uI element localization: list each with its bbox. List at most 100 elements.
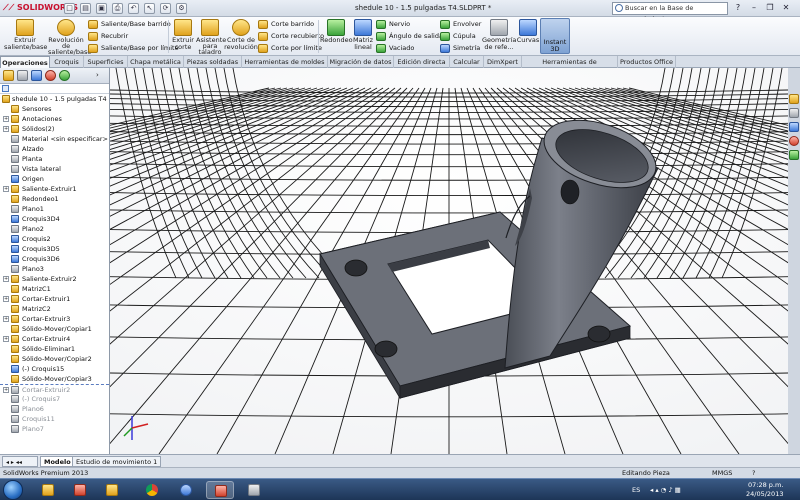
- reference-geometry-button[interactable]: Geometría de refe...: [482, 19, 516, 51]
- draft-button[interactable]: Ángulo de salida: [376, 31, 443, 42]
- extrude-cut-button[interactable]: Extruir corte: [170, 19, 196, 51]
- instant3d-toggle[interactable]: Instant 3D: [540, 18, 570, 54]
- feature-tree-item[interactable]: MatrizC1: [0, 284, 109, 294]
- tab-migracion-de-datos[interactable]: Migración de datos: [328, 56, 394, 68]
- feature-tree-item[interactable]: Origen: [0, 174, 109, 184]
- select-icon[interactable]: ↖: [144, 3, 155, 14]
- feature-tree-item[interactable]: Croquis2: [0, 234, 109, 244]
- fillet-button[interactable]: Redondeo: [320, 19, 353, 44]
- help-button[interactable]: ?: [732, 3, 744, 14]
- dimxpert-tab-icon[interactable]: [45, 70, 56, 81]
- feature-tree-item[interactable]: Plano1: [0, 204, 109, 214]
- tray-icons[interactable]: ◂ ▴ ◔ ♪ ▦: [650, 486, 681, 494]
- clock-time[interactable]: 07:28 p.m.: [748, 481, 783, 489]
- feature-tree-item[interactable]: Plano6: [0, 404, 109, 414]
- open-file-icon[interactable]: ▤: [80, 3, 91, 14]
- custom-properties-icon[interactable]: [789, 150, 799, 160]
- minimize-button[interactable]: –: [748, 3, 760, 14]
- feature-tree-item[interactable]: Alzado: [0, 144, 109, 154]
- feature-tree-item[interactable]: (-) Croquis7: [0, 394, 109, 404]
- expand-toggle-icon[interactable]: +: [3, 316, 9, 322]
- swept-boss-button[interactable]: Saliente/Base barrido: [88, 19, 171, 30]
- save-icon[interactable]: ▣: [96, 3, 107, 14]
- taskbar-solidworks[interactable]: [206, 481, 234, 499]
- tab-croquis[interactable]: Croquis: [50, 56, 84, 68]
- feature-tree-item[interactable]: Croquis3D4: [0, 214, 109, 224]
- print-icon[interactable]: ⎙: [112, 3, 123, 14]
- tab-dimxpert[interactable]: DimXpert: [484, 56, 522, 68]
- tab-operaciones[interactable]: Operaciones: [0, 56, 50, 68]
- taskbar-explorer[interactable]: [34, 481, 62, 499]
- tab-productos-office[interactable]: Productos Office: [618, 56, 676, 68]
- wrap-button[interactable]: Envolver: [440, 19, 481, 30]
- panel-more-icon[interactable]: ›: [96, 71, 99, 79]
- boundary-cut-button[interactable]: Corte por límite: [258, 43, 322, 54]
- feature-tree-item[interactable]: + Cortar-Extruir4: [0, 334, 109, 344]
- feature-tree-item[interactable]: (-) Croquis15: [0, 364, 109, 374]
- feature-tree-item[interactable]: Redondeo1: [0, 194, 109, 204]
- tab-piezas-soldadas[interactable]: Piezas soldadas: [184, 56, 242, 68]
- mirror-button[interactable]: Simetría: [440, 43, 480, 54]
- feature-tree-item[interactable]: + Saliente-Extruir2: [0, 274, 109, 284]
- taskbar-chrome[interactable]: [138, 481, 166, 499]
- maximize-button[interactable]: ❐: [764, 3, 776, 14]
- feature-tree-item[interactable]: + Saliente-Extruir1: [0, 184, 109, 194]
- graphics-area[interactable]: [110, 68, 788, 454]
- feature-tree-tab-icon[interactable]: [3, 70, 14, 81]
- dome-button[interactable]: Cúpula: [440, 31, 476, 42]
- tab-edicion-directa[interactable]: Edición directa: [394, 56, 450, 68]
- property-manager-tab-icon[interactable]: [17, 70, 28, 81]
- lofted-cut-button[interactable]: Corte recubierto: [258, 31, 324, 42]
- revolve-cut-button[interactable]: Corte de revolución: [224, 19, 258, 51]
- feature-tree-item[interactable]: + Sólidos(2): [0, 124, 109, 134]
- rib-button[interactable]: Nervio: [376, 19, 410, 30]
- feature-tree-item[interactable]: Sólido-Eliminar1: [0, 344, 109, 354]
- taskbar-network[interactable]: [240, 481, 268, 499]
- feature-tree-item[interactable]: Sólido-Mover/Copiar1: [0, 324, 109, 334]
- feature-tree-item[interactable]: Croquis11: [0, 414, 109, 424]
- expand-toggle-icon[interactable]: +: [3, 387, 9, 393]
- boundary-boss-button[interactable]: Saliente/Base por límite: [88, 43, 179, 54]
- revolve-boss-button[interactable]: Revolución de saliente/base: [48, 19, 91, 55]
- feature-tree-item[interactable]: + Cortar-Extruir2: [0, 384, 109, 394]
- feature-tree-item[interactable]: Sólido-Mover/Copiar3: [0, 374, 109, 384]
- expand-toggle-icon[interactable]: +: [3, 186, 9, 192]
- expand-toggle-icon[interactable]: +: [3, 126, 9, 132]
- tab-modelo[interactable]: Modelo: [40, 456, 75, 467]
- taskbar-skype[interactable]: [172, 481, 200, 499]
- lofted-boss-button[interactable]: Recubrir: [88, 31, 128, 42]
- feature-tree-item[interactable]: Sólido-Mover/Copiar2: [0, 354, 109, 364]
- feature-tree-item[interactable]: Plano2: [0, 224, 109, 234]
- close-button[interactable]: ✕: [780, 3, 792, 14]
- tab-scroll-arrows[interactable]: ◂ ▸ ◂◂: [2, 456, 38, 467]
- display-manager-tab-icon[interactable]: [59, 70, 70, 81]
- tab-herramientas-de-moldes[interactable]: Herramientas de moldes: [242, 56, 328, 68]
- help-icon[interactable]: ?: [752, 468, 755, 478]
- tab-estudio-de-movimiento[interactable]: Estudio de movimiento 1: [72, 456, 162, 467]
- taskbar-pdf-reader[interactable]: [66, 481, 94, 499]
- extrude-boss-button[interactable]: Extruir saliente/base: [4, 19, 47, 51]
- expand-toggle-icon[interactable]: +: [3, 276, 9, 282]
- model-viewport-scene[interactable]: [110, 68, 788, 454]
- solidworks-resources-icon[interactable]: [789, 94, 799, 104]
- shell-button[interactable]: Vaciado: [376, 43, 414, 54]
- expand-toggle-icon[interactable]: +: [3, 336, 9, 342]
- appearances-icon[interactable]: [789, 136, 799, 146]
- feature-tree-item[interactable]: Vista lateral: [0, 164, 109, 174]
- feature-tree-item[interactable]: + Cortar-Extruir3: [0, 314, 109, 324]
- new-document-icon[interactable]: □: [64, 3, 75, 14]
- feature-tree-item[interactable]: Croquis3D5: [0, 244, 109, 254]
- feature-tree-item[interactable]: Material <sin especificar>: [0, 134, 109, 144]
- taskbar-media-player[interactable]: [98, 481, 126, 499]
- swept-cut-button[interactable]: Corte barrido: [258, 19, 314, 30]
- feature-tree-root[interactable]: shedule 10 - 1.5 pulgadas T4 (Pr: [0, 94, 109, 104]
- feature-tree-item[interactable]: Sensores: [0, 104, 109, 114]
- tab-herramientas-de-renderizado[interactable]: Herramientas de renderizado: [522, 56, 618, 78]
- curves-button[interactable]: Curvas: [516, 19, 540, 44]
- start-button[interactable]: [3, 480, 23, 500]
- feature-tree-item[interactable]: Plano7: [0, 424, 109, 434]
- clock-date[interactable]: 24/05/2013: [746, 490, 783, 498]
- design-library-icon[interactable]: [789, 108, 799, 118]
- undo-icon[interactable]: ↶: [128, 3, 139, 14]
- tab-superficies[interactable]: Superficies: [84, 56, 128, 68]
